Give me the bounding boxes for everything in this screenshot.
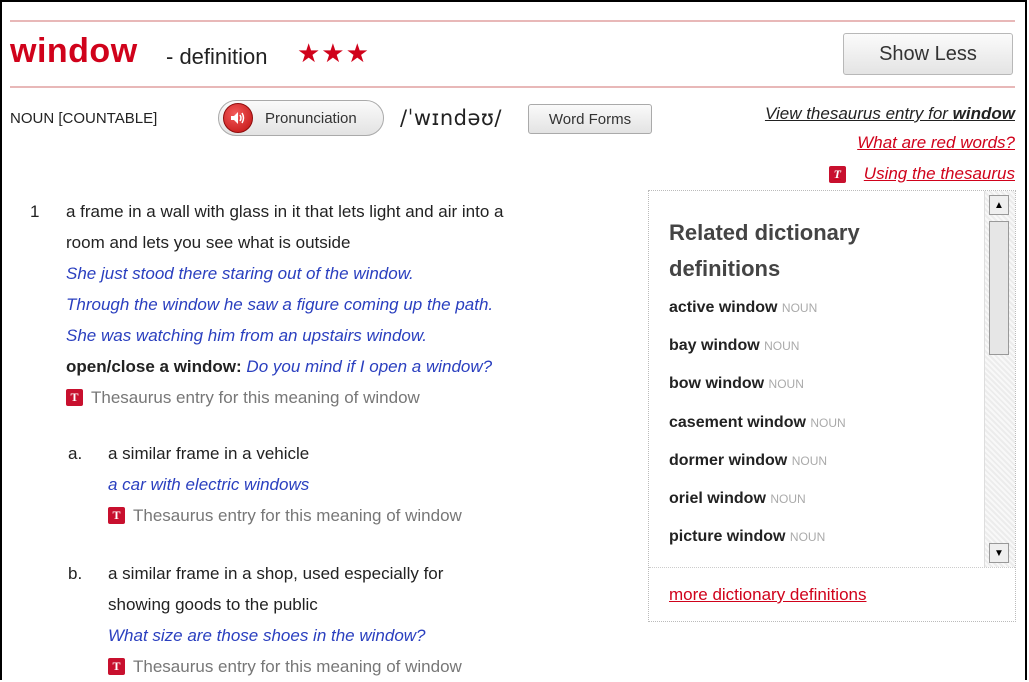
related-list-viewport: Related dictionary definitions active wi… bbox=[649, 191, 985, 567]
related-item[interactable]: active window NOUN bbox=[669, 299, 817, 317]
related-item[interactable]: picture window NOUN bbox=[669, 528, 825, 546]
related-item[interactable]: dormer window NOUN bbox=[669, 452, 827, 470]
related-pos: NOUN bbox=[791, 454, 828, 468]
sense-1a: a. a similar frame in a vehicle a car wi… bbox=[68, 438, 628, 531]
thesaurus-icon: T bbox=[828, 165, 846, 183]
sense-definition: a similar frame in a vehicle bbox=[108, 444, 310, 463]
phrase-line: open/close a window: Do you mind if I op… bbox=[66, 351, 630, 382]
show-less-button[interactable]: Show Less bbox=[843, 33, 1013, 75]
header-top-divider bbox=[10, 20, 1015, 22]
thesaurus-entry-label: Thesaurus entry for this meaning of wind… bbox=[133, 657, 462, 676]
phrase-pattern: open/close a window: bbox=[66, 357, 242, 376]
related-item[interactable]: casement window NOUN bbox=[669, 414, 846, 432]
using-thesaurus-link[interactable]: T Using the thesaurus bbox=[828, 164, 1015, 184]
sense-number: 1 bbox=[30, 202, 40, 221]
related-item[interactable]: bay window NOUN bbox=[669, 337, 799, 355]
sense-number: a. bbox=[68, 444, 83, 463]
word-forms-button[interactable]: Word Forms bbox=[528, 104, 652, 134]
related-item[interactable]: bow window NOUN bbox=[669, 375, 804, 393]
red-words-link[interactable]: What are red words? bbox=[857, 133, 1015, 153]
thesaurus-icon: T bbox=[108, 507, 125, 524]
related-item[interactable]: oriel window NOUN bbox=[669, 490, 806, 508]
definition-label: - definition bbox=[166, 44, 268, 69]
speaker-icon bbox=[223, 103, 253, 133]
related-title-line: definitions bbox=[669, 256, 781, 281]
related-word: casement window bbox=[669, 414, 806, 431]
sense-number: b. bbox=[68, 564, 83, 583]
example-sentence: She just stood there staring out of the … bbox=[66, 264, 414, 283]
related-word: picture window bbox=[669, 528, 786, 545]
sense-definition: a frame in a wall with glass in it that … bbox=[66, 202, 504, 221]
example-sentence: Through the window he saw a figure comin… bbox=[66, 295, 494, 314]
related-pos: NOUN bbox=[781, 301, 818, 315]
related-definitions-panel: Related dictionary definitions active wi… bbox=[648, 190, 1016, 622]
more-definitions-link[interactable]: more dictionary definitions bbox=[669, 585, 866, 605]
related-pos: NOUN bbox=[770, 492, 806, 506]
thesaurus-entry-link[interactable]: T Thesaurus entry for this meaning of wi… bbox=[108, 651, 628, 682]
ipa-transcription: /ˈwɪndəʊ/ bbox=[400, 106, 502, 130]
example-sentence: a car with electric windows bbox=[108, 475, 310, 494]
thesaurus-entry-link[interactable]: T Thesaurus entry for this meaning of wi… bbox=[108, 500, 628, 531]
sense-definition-cont: room and lets you see what is outside bbox=[66, 233, 351, 252]
related-title-line: Related dictionary bbox=[669, 220, 860, 245]
sense-definition: a similar frame in a shop, used especial… bbox=[108, 564, 444, 583]
thesaurus-icon: T bbox=[66, 389, 83, 406]
scroll-up-arrow-icon[interactable]: ▲ bbox=[989, 195, 1009, 215]
example-sentence: What size are those shoes in the window? bbox=[108, 626, 426, 645]
scroll-down-arrow-icon[interactable]: ▼ bbox=[989, 543, 1009, 563]
sense-1b: b. a similar frame in a shop, used espec… bbox=[68, 558, 628, 682]
pronunciation-label: Pronunciation bbox=[265, 109, 357, 127]
related-word: bay window bbox=[669, 337, 760, 354]
thesaurus-entry-link[interactable]: T Thesaurus entry for this meaning of wi… bbox=[66, 382, 630, 413]
related-pos: NOUN bbox=[764, 339, 800, 353]
view-thesaurus-link[interactable]: View thesaurus entry for window bbox=[765, 104, 1015, 124]
sense-definition-cont: showing goods to the public bbox=[108, 595, 318, 614]
sense-1: 1 a frame in a wall with glass in it tha… bbox=[30, 196, 630, 413]
related-pos: NOUN bbox=[768, 377, 804, 391]
frequency-stars: ★★★ bbox=[297, 38, 370, 68]
part-of-speech: NOUN [COUNTABLE] bbox=[10, 110, 158, 127]
related-scrollbar[interactable]: ▲ ▼ bbox=[984, 191, 1015, 567]
thesaurus-link-prefix: View thesaurus entry for bbox=[764, 104, 953, 123]
thesaurus-entry-label: Thesaurus entry for this meaning of wind… bbox=[91, 388, 420, 407]
pronunciation-button[interactable]: Pronunciation bbox=[218, 100, 384, 136]
phrase-example: Do you mind if I open a window? bbox=[246, 357, 493, 376]
related-pos: NOUN bbox=[810, 416, 846, 430]
example-sentence: She was watching him from an upstairs wi… bbox=[66, 326, 427, 345]
thesaurus-link-word: window bbox=[952, 104, 1015, 123]
thesaurus-icon: T bbox=[108, 658, 125, 675]
header-bottom-divider bbox=[10, 86, 1015, 88]
thesaurus-entry-label: Thesaurus entry for this meaning of wind… bbox=[133, 506, 462, 525]
related-word: oriel window bbox=[669, 490, 766, 507]
headword: window bbox=[10, 32, 138, 70]
related-pos: NOUN bbox=[789, 530, 826, 544]
related-divider bbox=[649, 567, 1015, 568]
related-word: dormer window bbox=[669, 452, 788, 469]
related-title: Related dictionary definitions bbox=[669, 215, 919, 287]
scroll-thumb[interactable] bbox=[989, 221, 1009, 355]
related-word: bow window bbox=[669, 375, 765, 392]
related-word: active window bbox=[669, 299, 778, 316]
using-thesaurus-label: Using the thesaurus bbox=[863, 164, 1015, 183]
